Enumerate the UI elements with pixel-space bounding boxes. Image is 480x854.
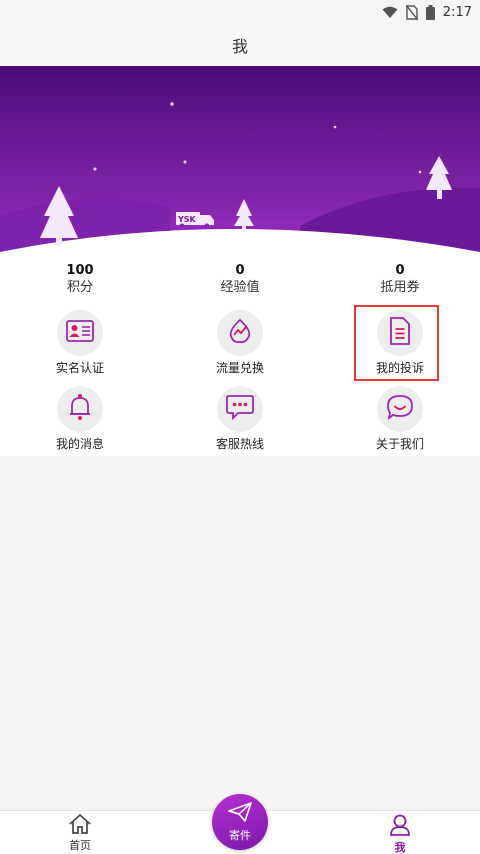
menu-item-label: 我的消息 [55, 437, 104, 451]
user-icon [388, 814, 412, 841]
stat-label: 积分 [66, 280, 93, 295]
menu-item-data-exchange[interactable]: 流量兑换 [180, 310, 300, 376]
menu-item-label: 客服热线 [215, 437, 264, 451]
data-exchange-icon [227, 318, 253, 348]
stats-row: 100 积分 0 经验值 0 抵用券 [0, 256, 480, 298]
night-scene-illustration: YSK [0, 66, 480, 256]
send-package-button[interactable]: 寄件 [212, 794, 268, 850]
status-time: 2:17 [442, 4, 472, 20]
stat-coupons[interactable]: 0 抵用券 [340, 263, 460, 297]
stat-experience[interactable]: 0 经验值 [180, 263, 300, 297]
menu-item-my-messages[interactable]: 我的消息 [20, 386, 140, 452]
tab-label: 我 [394, 841, 406, 854]
tab-home[interactable]: 首页 [50, 813, 110, 852]
chat-bubble-icon [226, 394, 254, 424]
home-icon [68, 813, 92, 839]
wifi-icon [382, 6, 398, 19]
stat-points[interactable]: 100 积分 [20, 263, 140, 297]
paper-plane-icon [228, 801, 252, 826]
id-card-icon [66, 320, 94, 346]
menu-item-label: 关于我们 [375, 437, 424, 451]
stat-value: 0 [395, 263, 405, 278]
bell-icon [68, 393, 92, 425]
menu-item-label: 实名认证 [55, 361, 104, 375]
no-sim-icon [405, 4, 418, 20]
send-button-label: 寄件 [229, 828, 251, 842]
profile-banner: YSK [0, 66, 480, 256]
stat-value: 0 [235, 263, 245, 278]
svg-text:YSK: YSK [177, 215, 197, 224]
menu-item-service-hotline[interactable]: 客服热线 [180, 386, 300, 452]
battery-icon [425, 4, 435, 20]
title-bar: 我 [0, 24, 480, 66]
stat-label: 抵用券 [380, 280, 420, 295]
menu-item-label: 流量兑换 [215, 361, 264, 375]
stat-label: 经验值 [220, 280, 260, 295]
highlight-box [354, 305, 439, 381]
menu-item-real-name-auth[interactable]: 实名认证 [20, 310, 140, 376]
tab-me[interactable]: 我 [370, 813, 430, 854]
page-title: 我 [231, 37, 248, 56]
smile-icon [386, 394, 414, 424]
stat-value: 100 [66, 263, 94, 278]
tab-label: 首页 [69, 839, 91, 852]
status-bar: 2:17 [0, 0, 480, 24]
menu-item-about-us[interactable]: 关于我们 [340, 386, 460, 452]
